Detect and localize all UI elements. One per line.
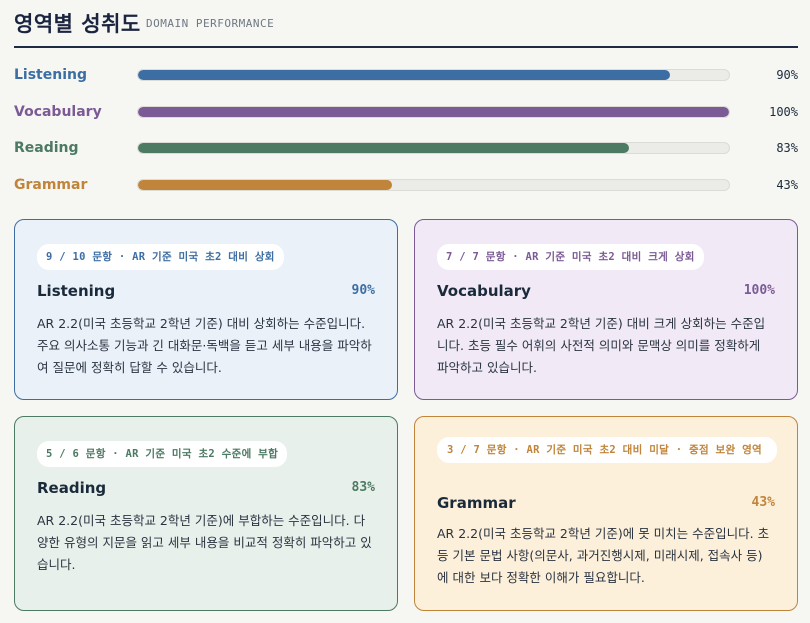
card-listening: 9 / 10 문항 · AR 기준 미국 초2 대비 상회 Listening … — [14, 219, 398, 400]
bar-label-reading: Reading — [14, 140, 79, 156]
card-tag-listening: 9 / 10 문항 · AR 기준 미국 초2 대비 상회 — [37, 244, 284, 270]
card-description-grammar: AR 2.2(미국 초등학교 2학년 기준)에 못 미치는 수준입니다. 초등 … — [437, 526, 770, 585]
section-header: 영역별 성취도 DOMAIN PERFORMANCE — [14, 6, 798, 48]
bar-label-vocabulary: Vocabulary — [14, 104, 102, 120]
card-title-vocabulary: Vocabulary — [437, 282, 531, 300]
progress-track-reading — [137, 142, 730, 154]
card-description-listening: AR 2.2(미국 초등학교 2학년 기준) 대비 상회하는 수준입니다. 주요… — [37, 316, 372, 375]
card-description-reading: AR 2.2(미국 초등학교 2학년 기준)에 부합하는 수준입니다. 다양한 … — [37, 513, 372, 572]
progress-track-grammar — [137, 179, 730, 191]
progress-fill-reading — [138, 143, 629, 153]
bar-row-vocabulary: Vocabulary 100% — [14, 102, 798, 122]
section-subtitle: DOMAIN PERFORMANCE — [146, 17, 275, 30]
card-grammar: 3 / 7 문항 · AR 기준 미국 초2 대비 미달 · 중점 보완 영역 … — [414, 416, 798, 611]
bar-percent-grammar: 43% — [776, 178, 798, 192]
bar-row-listening: Listening 90% — [14, 65, 798, 85]
card-description-vocabulary: AR 2.2(미국 초등학교 2학년 기준) 대비 크게 상회하는 수준입니다.… — [437, 316, 766, 375]
card-tag-vocabulary: 7 / 7 문항 · AR 기준 미국 초2 대비 크게 상회 — [437, 244, 704, 270]
progress-fill-grammar — [138, 180, 393, 190]
card-vocabulary: 7 / 7 문항 · AR 기준 미국 초2 대비 크게 상회 Vocabula… — [414, 219, 798, 400]
card-tag-reading: 5 / 6 문항 · AR 기준 미국 초2 수준에 부합 — [37, 441, 288, 467]
card-title-listening: Listening — [37, 282, 116, 300]
bar-row-reading: Reading 83% — [14, 138, 798, 158]
progress-track-vocabulary — [137, 106, 730, 118]
progress-fill-vocabulary — [138, 107, 729, 117]
card-percent-vocabulary: 100% — [743, 283, 775, 298]
card-title-reading: Reading — [37, 479, 107, 497]
bar-percent-vocabulary: 100% — [769, 105, 798, 119]
card-percent-grammar: 43% — [751, 495, 775, 510]
bar-row-grammar: Grammar 43% — [14, 175, 798, 195]
card-percent-reading: 83% — [351, 480, 375, 495]
card-percent-listening: 90% — [351, 283, 375, 298]
bar-percent-reading: 83% — [776, 141, 798, 155]
card-title-grammar: Grammar — [437, 494, 516, 512]
card-tag-grammar: 3 / 7 문항 · AR 기준 미국 초2 대비 미달 · 중점 보완 영역 — [437, 437, 777, 463]
bar-label-grammar: Grammar — [14, 177, 88, 193]
section-title: 영역별 성취도 — [14, 12, 141, 36]
progress-track-listening — [137, 69, 730, 81]
card-reading: 5 / 6 문항 · AR 기준 미국 초2 수준에 부합 Reading 83… — [14, 416, 398, 611]
progress-fill-listening — [138, 70, 670, 80]
bar-label-listening: Listening — [14, 67, 87, 83]
bar-percent-listening: 90% — [776, 68, 798, 82]
